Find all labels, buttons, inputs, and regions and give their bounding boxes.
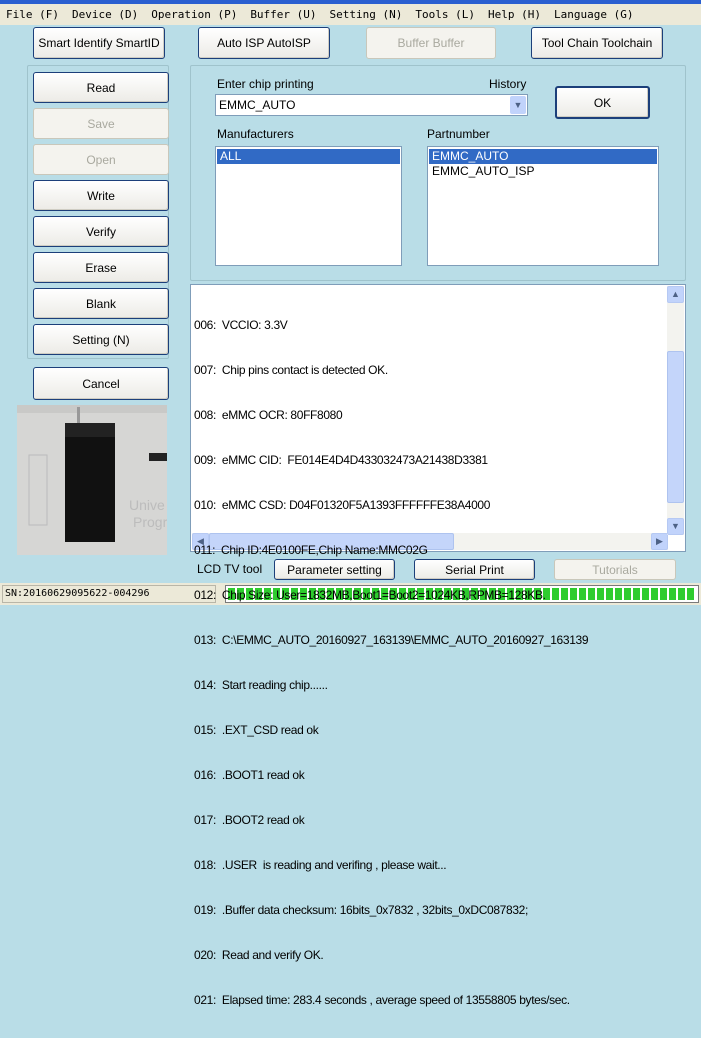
log-line: 013: C:\EMMC_AUTO_20160927_163139\EMMC_A… bbox=[194, 633, 589, 647]
chip-printing-combo[interactable]: EMMC_AUTO ▼ bbox=[215, 94, 528, 116]
log-line: 015: .EXT_CSD read ok bbox=[194, 723, 319, 737]
menu-operation[interactable]: Operation (P) bbox=[151, 8, 237, 21]
manufacturers-list[interactable]: ALL bbox=[215, 146, 402, 266]
log-line: 006: VCCIO: 3.3V bbox=[194, 318, 288, 332]
blank-button[interactable]: Blank bbox=[33, 288, 169, 319]
history-label: History bbox=[489, 77, 527, 91]
menu-buffer[interactable]: Buffer (U) bbox=[250, 8, 316, 21]
log-line: 012: Chip Size: User=1832MB,Boot1=Boot2=… bbox=[194, 588, 546, 602]
buffer-button[interactable]: Buffer Buffer bbox=[366, 27, 496, 59]
auto-isp-button[interactable]: Auto ISP AutoISP bbox=[198, 27, 330, 59]
setting-button[interactable]: Setting (N) bbox=[33, 324, 169, 355]
list-item[interactable]: EMMC_AUTO bbox=[429, 149, 657, 164]
toolchain-button[interactable]: Tool Chain Toolchain bbox=[531, 27, 663, 59]
menu-help[interactable]: Help (H) bbox=[488, 8, 541, 21]
vertical-scroll-thumb[interactable] bbox=[667, 351, 684, 503]
read-button[interactable]: Read bbox=[33, 72, 169, 103]
log-output[interactable]: 006: VCCIO: 3.3V 007: Chip pins contact … bbox=[190, 284, 686, 1007]
verify-button[interactable]: Verify bbox=[33, 216, 169, 247]
scroll-up-icon[interactable]: ▲ bbox=[667, 286, 684, 303]
chip-printing-value: EMMC_AUTO bbox=[219, 98, 296, 112]
svg-text:Progra: Progra bbox=[133, 514, 167, 530]
open-button[interactable]: Open bbox=[33, 144, 169, 175]
manufacturers-label: Manufacturers bbox=[217, 127, 294, 141]
menu-file[interactable]: File (F) bbox=[6, 8, 59, 21]
cancel-button[interactable]: Cancel bbox=[33, 367, 169, 400]
log-line: 021: Elapsed time: 283.4 seconds , avera… bbox=[194, 993, 570, 1007]
log-line: 018: .USER is reading and verifing , ple… bbox=[194, 858, 447, 872]
partnumber-label: Partnumber bbox=[427, 127, 490, 141]
menu-tools[interactable]: Tools (L) bbox=[415, 8, 475, 21]
list-item[interactable]: EMMC_AUTO_ISP bbox=[429, 164, 657, 179]
svg-text:Unive: Unive bbox=[129, 497, 165, 513]
chevron-down-icon[interactable]: ▼ bbox=[510, 96, 526, 114]
log-line: 007: Chip pins contact is detected OK. bbox=[194, 363, 388, 377]
menu-setting[interactable]: Setting (N) bbox=[330, 8, 403, 21]
list-item[interactable]: ALL bbox=[217, 149, 400, 164]
programmer-photo: Unive Progra bbox=[17, 405, 167, 555]
log-line: 017: .BOOT2 read ok bbox=[194, 813, 305, 827]
log-line: 020: Read and verify OK. bbox=[194, 948, 324, 962]
scroll-down-icon[interactable]: ▼ bbox=[667, 518, 684, 535]
menu-bar: File (F) Device (D) Operation (P) Buffer… bbox=[0, 4, 701, 25]
enter-chip-label: Enter chip printing bbox=[217, 77, 314, 91]
scroll-right-icon[interactable]: ▶ bbox=[651, 533, 668, 550]
menu-device[interactable]: Device (D) bbox=[72, 8, 138, 21]
log-line: 008: eMMC OCR: 80FF8080 bbox=[194, 408, 343, 422]
write-button[interactable]: Write bbox=[33, 180, 169, 211]
log-line: 009: eMMC CID: FE014E4D4D433032473A21438… bbox=[194, 453, 488, 467]
log-line: 010: eMMC CSD: D04F01320F5A1393FFFFFFE38… bbox=[194, 498, 491, 512]
log-line: 014: Start reading chip...... bbox=[194, 678, 328, 692]
log-line: 011: Chip ID:4E0100FE,Chip Name:MMC02G bbox=[194, 543, 428, 557]
serial-number: SN:20160629095622-004296 bbox=[2, 585, 216, 603]
log-line: 016: .BOOT1 read ok bbox=[194, 768, 305, 782]
log-line: 019: .Buffer data checksum: 16bits_0x783… bbox=[194, 903, 528, 917]
vertical-scrollbar[interactable]: ▲ ▼ bbox=[667, 286, 684, 535]
menu-language[interactable]: Language (G) bbox=[554, 8, 633, 21]
erase-button[interactable]: Erase bbox=[33, 252, 169, 283]
save-button[interactable]: Save bbox=[33, 108, 169, 139]
ok-button[interactable]: OK bbox=[555, 86, 650, 119]
smart-identify-button[interactable]: Smart Identify SmartID bbox=[33, 27, 165, 59]
partnumber-list[interactable]: EMMC_AUTO EMMC_AUTO_ISP bbox=[427, 146, 659, 266]
